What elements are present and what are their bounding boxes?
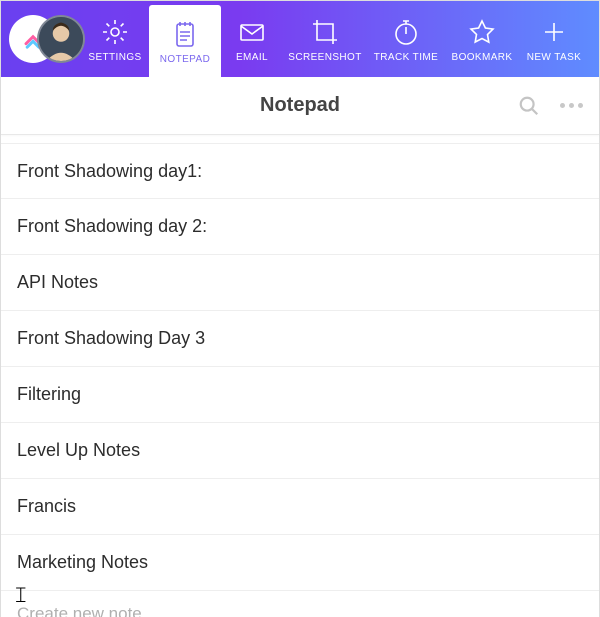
- toolbar-settings-label: SETTINGS: [88, 52, 141, 63]
- note-title: Front Shadowing day 2:: [17, 216, 207, 237]
- note-title: Front Shadowing Day 3: [17, 328, 205, 349]
- note-row[interactable]: API Notes: [1, 255, 599, 311]
- note-title: Francis: [17, 496, 76, 517]
- note-row[interactable]: Front Shadowing day1:: [1, 143, 599, 199]
- more-options-button[interactable]: [557, 92, 585, 120]
- note-row[interactable]: Marketing Notes: [1, 535, 599, 591]
- search-icon: [518, 95, 540, 117]
- note-row[interactable]: Front Shadowing day 2:: [1, 199, 599, 255]
- note-row[interactable]: Filtering: [1, 367, 599, 423]
- toolbar-settings[interactable]: SETTINGS: [81, 1, 149, 77]
- header-actions: [515, 92, 585, 120]
- note-title: Front Shadowing day1:: [17, 161, 202, 182]
- avatar-image: [39, 17, 83, 61]
- toolbar-screenshot-label: SCREENSHOT: [288, 52, 361, 63]
- plus-icon: [538, 16, 570, 48]
- notepad-icon: [169, 18, 201, 50]
- create-note-input[interactable]: [17, 604, 583, 617]
- envelope-icon: [236, 16, 268, 48]
- toolbar-notepad[interactable]: NOTEPAD: [149, 5, 221, 77]
- toolbar-email[interactable]: EMAIL: [221, 1, 283, 77]
- search-button[interactable]: [515, 92, 543, 120]
- star-icon: [466, 16, 498, 48]
- note-title: Level Up Notes: [17, 440, 140, 461]
- toolbar-tracktime-label: TRACK TIME: [374, 52, 438, 63]
- note-title: Marketing Notes: [17, 552, 148, 573]
- crop-icon: [309, 16, 341, 48]
- note-title: Filtering: [17, 384, 81, 405]
- toolbar-notepad-label: NOTEPAD: [160, 54, 210, 65]
- create-note-row: [1, 591, 599, 617]
- gear-icon: [99, 16, 131, 48]
- logo-avatar-group: [7, 1, 81, 77]
- toolbar-bookmark-label: BOOKMARK: [452, 52, 513, 63]
- toolbar-newtask[interactable]: NEW TASK: [519, 1, 589, 77]
- top-toolbar: SETTINGS NOTEPAD EMAIL SCREENSHOT TRACK …: [1, 1, 599, 77]
- toolbar-tracktime[interactable]: TRACK TIME: [367, 1, 445, 77]
- stopwatch-icon: [390, 16, 422, 48]
- note-row[interactable]: Level Up Notes: [1, 423, 599, 479]
- toolbar-screenshot[interactable]: SCREENSHOT: [283, 1, 367, 77]
- user-avatar[interactable]: [37, 15, 85, 63]
- page-header: Notepad: [1, 77, 599, 135]
- toolbar-newtask-label: NEW TASK: [527, 52, 582, 63]
- notes-list: Front Shadowing day1: Front Shadowing da…: [1, 135, 599, 617]
- note-row[interactable]: Front Shadowing Day 3: [1, 311, 599, 367]
- note-row[interactable]: Francis: [1, 479, 599, 535]
- toolbar-email-label: EMAIL: [236, 52, 268, 63]
- page-title: Notepad: [19, 94, 581, 117]
- ellipsis-icon: [558, 103, 585, 108]
- toolbar-bookmark[interactable]: BOOKMARK: [445, 1, 519, 77]
- note-title: API Notes: [17, 272, 98, 293]
